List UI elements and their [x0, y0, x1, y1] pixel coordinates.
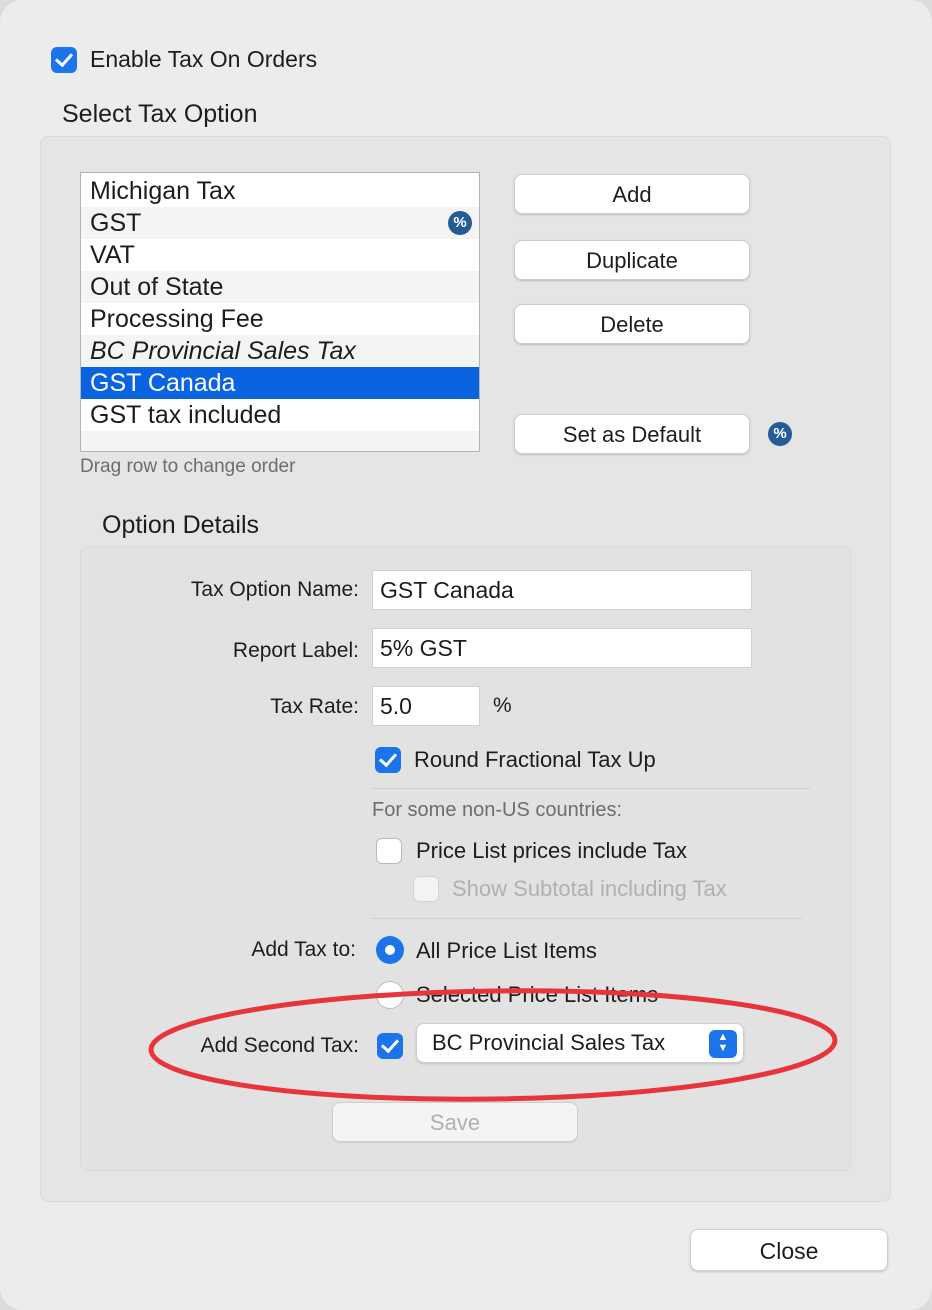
round-up-label: Round Fractional Tax Up	[414, 747, 656, 772]
tax-option-name-field[interactable]: GST Canada	[372, 570, 752, 610]
list-item[interactable]: GST %	[81, 207, 479, 239]
list-item-selected[interactable]: GST Canada	[81, 367, 479, 399]
report-label-field[interactable]: 5% GST	[372, 628, 752, 668]
all-price-list-items-label: All Price List Items	[416, 938, 597, 963]
tax-option-list[interactable]: Michigan Tax GST % VAT Out of State Proc…	[80, 172, 480, 452]
select-tax-option-heading: Select Tax Option	[62, 100, 258, 128]
list-empty-row	[81, 431, 479, 451]
list-reorder-hint: Drag row to change order	[80, 456, 296, 477]
add-tax-to-label: Add Tax to:	[251, 938, 356, 961]
show-subtotal-label: Show Subtotal including Tax	[452, 876, 727, 901]
report-label-label: Report Label:	[232, 639, 359, 662]
set-as-default-button[interactable]: Set as Default	[514, 414, 750, 454]
tax-settings-window: Enable Tax On Orders Select Tax Option M…	[0, 0, 932, 1310]
enable-tax-checkbox[interactable]	[51, 47, 77, 73]
duplicate-button[interactable]: Duplicate	[514, 240, 750, 280]
round-up-checkbox[interactable]	[375, 747, 401, 773]
add-button[interactable]: Add	[514, 174, 750, 214]
tax-rate-label: Tax Rate:	[270, 695, 359, 718]
save-button[interactable]: Save	[332, 1102, 578, 1142]
non-us-note: For some non-US countries:	[372, 799, 623, 821]
default-tax-icon: %	[768, 422, 792, 446]
list-item[interactable]: Processing Fee	[81, 303, 479, 335]
default-tax-icon: %	[448, 211, 472, 235]
price-list-include-tax-label: Price List prices include Tax	[416, 838, 688, 863]
annotation-ellipse	[148, 988, 838, 1102]
separator	[372, 918, 802, 919]
tax-option-name-label: Tax Option Name:	[190, 578, 359, 601]
tax-rate-field[interactable]: 5.0	[372, 686, 480, 726]
list-item[interactable]: GST tax included	[81, 399, 479, 431]
close-button[interactable]: Close	[690, 1229, 888, 1271]
all-price-list-items-radio[interactable]	[376, 936, 404, 964]
list-item[interactable]: BC Provincial Sales Tax	[81, 335, 479, 367]
tax-rate-unit: %	[493, 694, 512, 717]
list-item[interactable]: Out of State	[81, 271, 479, 303]
price-list-include-tax-checkbox[interactable]	[376, 838, 402, 864]
show-subtotal-checkbox[interactable]	[413, 876, 439, 902]
delete-button[interactable]: Delete	[514, 304, 750, 344]
option-details-heading: Option Details	[102, 511, 260, 539]
separator	[372, 788, 810, 789]
enable-tax-label: Enable Tax On Orders	[90, 46, 318, 72]
list-item[interactable]: Michigan Tax	[81, 175, 479, 207]
list-item[interactable]: VAT	[81, 239, 479, 271]
